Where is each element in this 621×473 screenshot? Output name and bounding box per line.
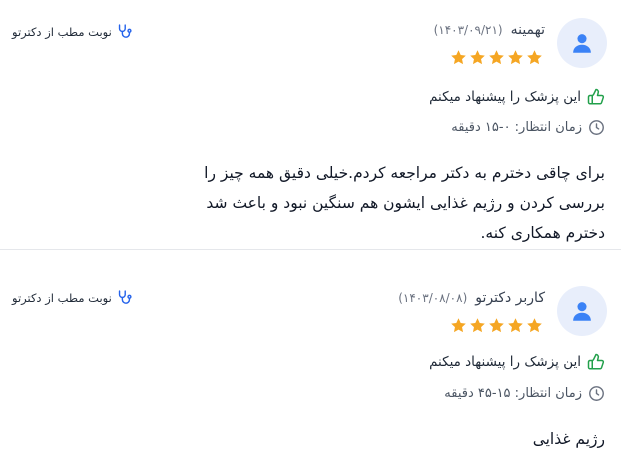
star-icon <box>508 50 523 65</box>
user-icon <box>573 34 591 53</box>
avatar <box>557 286 607 336</box>
thumbs-up-icon <box>587 88 605 105</box>
wait-time-text: زمان انتظار: ۱۵-۴۵ دقیقه <box>444 386 582 401</box>
recommendation-text: این پزشک را پیشنهاد میکنم <box>429 89 581 105</box>
avatar <box>557 18 607 68</box>
booking-source: نوبت مطب از دکترتو <box>12 23 133 40</box>
review-comment: رژیم غذایی <box>532 430 605 448</box>
review-date: (۱۴۰۳/۰۹/۲۱) <box>433 23 503 37</box>
stethoscope-icon <box>118 290 132 304</box>
booking-source-label: نوبت مطب از دکترتو <box>12 24 112 39</box>
reviewer-name: کاربر دکترتو <box>475 290 545 306</box>
star-icon <box>451 50 466 65</box>
star-icon <box>451 318 466 333</box>
booking-source-label: نوبت مطب از دکترتو <box>12 290 112 305</box>
star-icon <box>489 50 504 65</box>
review-card: تهمینه (۱۴۰۳/۰۹/۲۱) نوبت مطب از دکترتو ا… <box>0 0 621 249</box>
rating-stars <box>450 317 543 334</box>
star-icon <box>470 318 485 333</box>
review-comment: برای چاقی دخترم به دکتر مراجعه کردم.خیلی… <box>204 164 605 242</box>
booking-source: نوبت مطب از دکترتو <box>12 289 133 306</box>
clock-icon <box>589 386 604 401</box>
star-icon <box>489 318 504 333</box>
wait-time: زمان انتظار: ۰-۱۵ دقیقه <box>451 119 605 136</box>
reviewer-info: کاربر دکترتو (۱۴۰۳/۰۸/۰۸) <box>398 290 545 306</box>
thumbs-up-icon <box>587 353 605 370</box>
star-icon <box>527 318 542 333</box>
rating-stars <box>450 49 543 66</box>
wait-time: زمان انتظار: ۱۵-۴۵ دقیقه <box>444 385 605 402</box>
review-card: کاربر دکترتو (۱۴۰۳/۰۸/۰۸) نوبت مطب از دک… <box>0 250 621 473</box>
review-date: (۱۴۰۳/۰۸/۰۸) <box>398 291 468 305</box>
star-icon <box>470 50 485 65</box>
reviewer-name: تهمینه <box>510 22 545 38</box>
reviewer-info: تهمینه (۱۴۰۳/۰۹/۲۱) <box>434 22 545 38</box>
stethoscope-icon <box>118 24 132 38</box>
recommendation-text: این پزشک را پیشنهاد میکنم <box>429 354 581 370</box>
star-icon <box>527 50 542 65</box>
clock-icon <box>589 120 604 135</box>
star-icon <box>508 318 523 333</box>
recommendation: این پزشک را پیشنهاد میکنم <box>429 88 605 106</box>
wait-time-text: زمان انتظار: ۰-۱۵ دقیقه <box>451 120 582 135</box>
recommendation: این پزشک را پیشنهاد میکنم <box>429 353 605 371</box>
user-icon <box>573 302 591 321</box>
